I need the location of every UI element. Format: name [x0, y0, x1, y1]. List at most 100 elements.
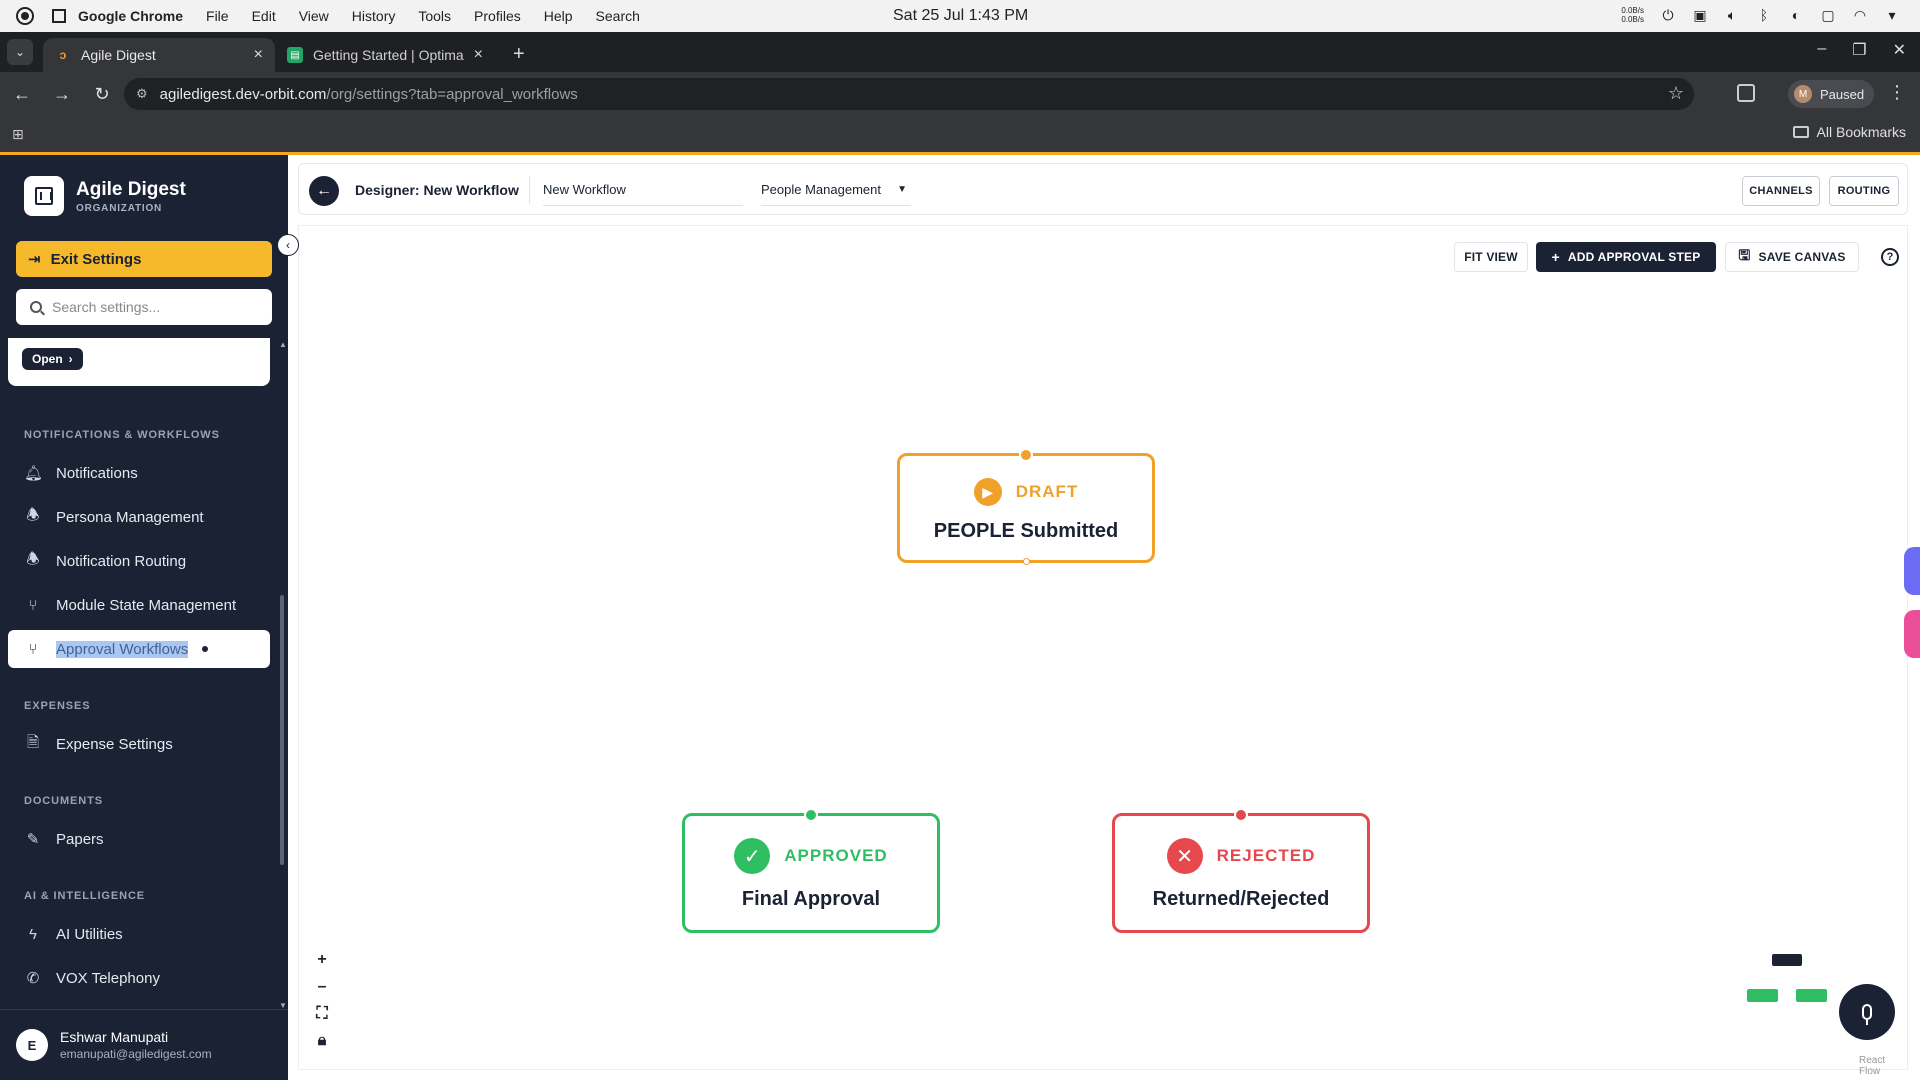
url-path: /org/settings?tab=approval_workflows	[326, 85, 578, 103]
back-arrow-icon[interactable]: ←	[309, 176, 339, 206]
os-menu-file[interactable]: File	[206, 8, 229, 24]
power-icon[interactable]: ⏻	[1660, 7, 1676, 23]
add-approval-step-button[interactable]: + ADD APPROVAL STEP	[1536, 242, 1716, 272]
restore-icon[interactable]: ❐	[1852, 40, 1866, 60]
sidebar-item-expense-settings[interactable]: 🗎︎ Expense Settings	[8, 725, 270, 763]
tab-getting-started[interactable]: ▤ Getting Started | Optima C ×	[275, 38, 495, 72]
sidebar-item-ai-utilities[interactable]: ϟ AI Utilities	[8, 915, 270, 953]
minimize-icon[interactable]: –	[1817, 40, 1826, 60]
clipboard-icon[interactable]: ▣	[1692, 7, 1708, 23]
back-arrow-icon[interactable]: ←	[4, 84, 40, 105]
bluetooth-icon[interactable]: ᛒ	[1756, 7, 1772, 23]
scroll-up-icon[interactable]: ▲	[279, 340, 287, 349]
volume-icon[interactable]: 🔈︎	[1724, 7, 1740, 23]
sidebar-item-notification-routing[interactable]: 🕭︎ Notification Routing	[8, 542, 270, 580]
git-branch-icon: ⑂	[28, 596, 38, 614]
wifi-icon[interactable]: ◠	[1852, 7, 1868, 23]
building-icon	[24, 176, 64, 216]
flow-canvas[interactable]: FIT VIEW + ADD APPROVAL STEP 🖫︎ SAVE CAN…	[298, 225, 1908, 1077]
sidebar-scrollbar[interactable]	[280, 595, 284, 865]
net-down-speed: 0.0B/s	[1621, 15, 1644, 24]
side-widget-tab-purple[interactable]	[1904, 547, 1920, 595]
profile-button[interactable]: M Paused	[1788, 80, 1875, 108]
open-button[interactable]: Open ›	[22, 348, 83, 370]
node-input-handle[interactable]	[1234, 808, 1248, 822]
section-expenses: EXPENSES	[24, 700, 91, 712]
sidebar-item-approval-workflows[interactable]: ⑂ Approval Workflows	[8, 630, 270, 668]
routing-button[interactable]: ROUTING	[1829, 176, 1899, 206]
os-menu-profiles[interactable]: Profiles	[474, 8, 521, 24]
tray-menu-chevron-icon[interactable]: ▾	[1884, 7, 1900, 23]
collapse-sidebar-chevron-icon[interactable]: ‹	[277, 234, 299, 256]
node-state: APPROVED	[784, 846, 888, 865]
react-flow-attribution[interactable]: React Flow	[1859, 1055, 1907, 1077]
settings-search-input[interactable]	[52, 299, 252, 315]
site-settings-icon[interactable]: ⚙	[136, 86, 148, 102]
fit-view-button[interactable]: FIT VIEW	[1454, 242, 1528, 272]
zoom-in-icon[interactable]: +	[311, 948, 333, 972]
sidebar-item-papers[interactable]: ✎ Papers	[8, 820, 270, 858]
zoom-controls: + – ⛶ 🔒︎	[311, 948, 333, 1056]
settings-search[interactable]	[16, 289, 272, 325]
screen-icon[interactable]: ▢	[1820, 7, 1836, 23]
reload-icon[interactable]: ↻	[84, 84, 120, 105]
active-indicator-dot	[202, 646, 209, 652]
os-app-name[interactable]: Google Chrome	[78, 8, 183, 24]
forward-arrow-icon[interactable]: →	[44, 84, 80, 105]
sidebar-item-module-state-management[interactable]: ⑂ Module State Management	[8, 586, 270, 624]
node-output-handle[interactable]	[1023, 558, 1030, 565]
tab-search-chevron-icon[interactable]: ⌄	[7, 39, 33, 65]
os-menu-view[interactable]: View	[299, 8, 329, 24]
exit-settings-button[interactable]: ⇥ Exit Settings	[16, 241, 272, 277]
user-profile[interactable]: E Eshwar Manupati emanupati@agiledigest.…	[0, 1009, 288, 1080]
extensions-puzzle-icon[interactable]	[1737, 84, 1755, 102]
org-header[interactable]: Agile Digest ORGANIZATION	[24, 176, 186, 216]
os-menu-history[interactable]: History	[352, 8, 396, 24]
node-rejected[interactable]: ✕ REJECTED Returned/Rejected	[1112, 808, 1370, 933]
brightness-icon[interactable]: ◐	[1788, 7, 1804, 23]
tab-agile-digest[interactable]: ↄ Agile Digest ×	[43, 38, 275, 72]
os-clock[interactable]: Sat 25 Jul 1:43 PM	[893, 7, 1028, 25]
close-window-icon[interactable]: ✕	[1893, 40, 1906, 60]
os-logo-icon[interactable]	[16, 7, 34, 25]
workflow-name-input[interactable]	[543, 174, 743, 206]
node-draft[interactable]: ▶ DRAFT PEOPLE Submitted	[897, 448, 1155, 565]
url-text[interactable]: agiledigest.dev-orbit.com/org/settings?t…	[160, 86, 578, 103]
os-menu-edit[interactable]: Edit	[252, 8, 276, 24]
new-tab-plus-icon[interactable]: +	[513, 43, 525, 66]
sidebar-item-label: Module State Management	[56, 596, 237, 614]
voice-mic-button[interactable]	[1839, 984, 1895, 1040]
node-input-handle[interactable]	[1019, 448, 1033, 462]
os-menu-search[interactable]: Search	[596, 8, 640, 24]
node-input-handle[interactable]	[804, 808, 818, 822]
all-bookmarks-button[interactable]: All Bookmarks	[1792, 124, 1906, 140]
sidebar-item-label: Persona Management	[56, 508, 204, 526]
address-bar[interactable]: ⚙ agiledigest.dev-orbit.com/org/settings…	[124, 78, 1694, 110]
channels-button[interactable]: CHANNELS	[1742, 176, 1820, 206]
browser-menu-kebab-icon[interactable]: ⋮	[1888, 82, 1906, 103]
sidebar-item-label: Expense Settings	[56, 735, 173, 753]
close-tab-icon[interactable]: ×	[254, 46, 263, 64]
zoom-out-icon[interactable]: –	[311, 975, 333, 999]
settings-sidebar: Agile Digest ORGANIZATION ⇥ Exit Setting…	[0, 155, 288, 1080]
bookmark-star-icon[interactable]: ☆	[1668, 83, 1684, 104]
section-ai-intelligence: AI & INTELLIGENCE	[24, 890, 146, 902]
os-menu-tools[interactable]: Tools	[418, 8, 451, 24]
sidebar-item-persona-management[interactable]: 🕭︎ Persona Management	[8, 498, 270, 536]
close-tab-icon[interactable]: ×	[474, 46, 483, 64]
org-name: Agile Digest	[76, 178, 186, 200]
side-widget-tab-pink[interactable]	[1904, 610, 1920, 658]
node-approved[interactable]: ✓ APPROVED Final Approval	[682, 808, 940, 933]
node-state: REJECTED	[1216, 846, 1316, 865]
module-select[interactable]: People Management ▼	[761, 174, 911, 206]
os-menu-help[interactable]: Help	[544, 8, 573, 24]
lock-icon[interactable]: 🔒︎	[311, 1029, 333, 1053]
sidebar-item-vox-telephony[interactable]: ✆ VOX Telephony	[8, 959, 270, 997]
apps-grid-icon[interactable]: ⊞	[12, 126, 24, 143]
help-icon[interactable]: ?	[1881, 248, 1899, 266]
section-documents: DOCUMENTS	[24, 795, 103, 807]
save-canvas-button[interactable]: 🖫︎ SAVE CANVAS	[1725, 242, 1859, 272]
fit-screen-icon[interactable]: ⛶	[311, 1002, 333, 1026]
save-canvas-label: SAVE CANVAS	[1758, 250, 1846, 264]
sidebar-item-notifications[interactable]: 🔔︎ Notifications	[8, 454, 270, 492]
